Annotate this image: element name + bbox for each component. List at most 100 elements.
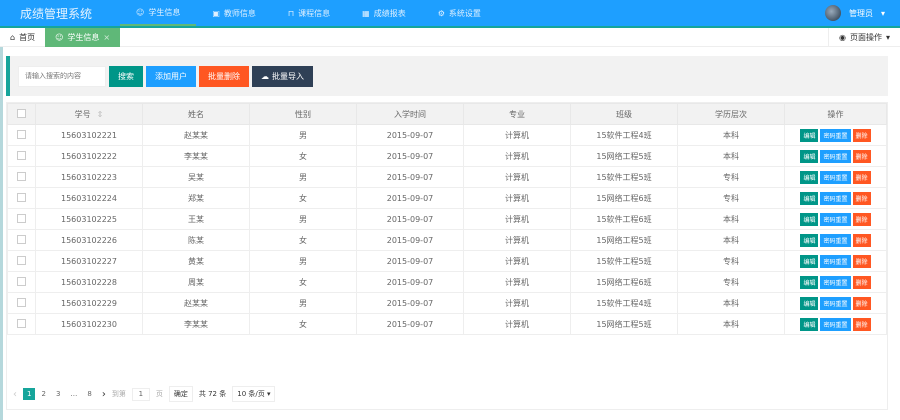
nav-item-0[interactable]: ☺ 学生信息 bbox=[120, 0, 197, 26]
close-icon[interactable]: × bbox=[103, 33, 110, 42]
tab-label: 学生信息 bbox=[67, 32, 100, 42]
home-icon: ⌂ bbox=[10, 32, 16, 42]
delete-button[interactable]: 删除 bbox=[852, 149, 871, 163]
batch-delete-button[interactable]: 批量删除 bbox=[199, 65, 249, 87]
table-row: 15603102225 王某男 2015-09-07 计算机 15软件工程6班 本科 编辑密… bbox=[7, 208, 887, 230]
row-checkbox[interactable] bbox=[17, 234, 26, 244]
actions-cell: 编辑 密码重置 删除 bbox=[784, 313, 887, 335]
reset-password-button[interactable]: 密码重置 bbox=[820, 254, 851, 268]
header-label: 专业 bbox=[509, 109, 525, 119]
cell-6: 本科 bbox=[677, 208, 785, 230]
row-checkbox[interactable] bbox=[17, 192, 26, 202]
cell-1: 李某某 bbox=[142, 145, 250, 167]
reset-password-button[interactable]: 密码重置 bbox=[820, 233, 851, 247]
cell-3: 2015-09-07 bbox=[356, 124, 464, 146]
reset-password-button[interactable]: 密码重置 bbox=[820, 170, 851, 184]
cell-6: 本科 bbox=[677, 292, 785, 314]
column-header: 专业 bbox=[463, 103, 571, 125]
table-row: 15603102230 李某某女 2015-09-07 计算机 15网络工程5班 本科 编辑… bbox=[7, 313, 887, 335]
row-checkbox[interactable] bbox=[17, 150, 26, 160]
page-button[interactable]: 8 bbox=[83, 388, 95, 400]
row-checkbox[interactable] bbox=[17, 255, 26, 265]
row-checkbox[interactable] bbox=[17, 318, 26, 328]
edit-button[interactable]: 编辑 bbox=[800, 170, 819, 184]
user-menu[interactable]: 管理员 ▾ bbox=[824, 5, 900, 21]
page-button[interactable]: 1 bbox=[23, 388, 36, 400]
page-button[interactable]: 2 bbox=[37, 388, 49, 400]
cloud-upload-icon: ☁ bbox=[261, 71, 269, 81]
checkbox-cell bbox=[7, 229, 36, 251]
batch-import-button[interactable]: ☁ 批量导入 bbox=[252, 65, 313, 87]
delete-button[interactable]: 删除 bbox=[852, 170, 871, 184]
edit-button[interactable]: 编辑 bbox=[800, 212, 819, 226]
search-input[interactable] bbox=[18, 65, 106, 87]
cell-5: 15网络工程6班 bbox=[570, 271, 678, 293]
cell-2: 女 bbox=[249, 187, 357, 209]
row-checkbox[interactable] bbox=[17, 129, 26, 139]
delete-button[interactable]: 删除 bbox=[852, 296, 871, 310]
header-label: 操作 bbox=[827, 109, 844, 119]
cell-3: 2015-09-07 bbox=[356, 250, 464, 272]
sort-icon[interactable]: ⇕ bbox=[97, 110, 104, 119]
cell-5: 15软件工程4班 bbox=[570, 124, 678, 146]
page-operations-button[interactable]: ◉ 页面操作 ▾ bbox=[828, 28, 900, 47]
reset-password-button[interactable]: 密码重置 bbox=[820, 149, 851, 163]
actions-cell: 编辑 密码重置 删除 bbox=[784, 208, 887, 230]
reset-password-button[interactable]: 密码重置 bbox=[820, 128, 851, 142]
total-count: 共 72 条 bbox=[198, 390, 227, 398]
delete-button[interactable]: 删除 bbox=[852, 317, 871, 331]
reset-password-button[interactable]: 密码重置 bbox=[820, 191, 851, 205]
row-checkbox[interactable] bbox=[17, 213, 26, 223]
cell-1: 李某某 bbox=[142, 313, 250, 335]
delete-button[interactable]: 删除 bbox=[852, 275, 871, 289]
reset-password-button[interactable]: 密码重置 bbox=[820, 317, 851, 331]
prev-page-button[interactable]: ‹ bbox=[13, 389, 17, 400]
edit-button[interactable]: 编辑 bbox=[800, 191, 819, 205]
page-button[interactable]: 3 bbox=[52, 388, 64, 400]
reset-password-button[interactable]: 密码重置 bbox=[820, 212, 851, 226]
nav-item-3[interactable]: ▦ 成绩报表 bbox=[346, 0, 422, 26]
nav-item-2[interactable]: ⊓ 课程信息 bbox=[272, 0, 346, 26]
select-all-checkbox[interactable] bbox=[17, 108, 26, 118]
delete-button[interactable]: 删除 bbox=[852, 128, 871, 142]
edit-button[interactable]: 编辑 bbox=[800, 149, 819, 163]
add-user-button[interactable]: 添加用户 bbox=[146, 65, 196, 87]
delete-button[interactable]: 删除 bbox=[852, 191, 871, 205]
cell-5: 15网络工程6班 bbox=[570, 187, 678, 209]
confirm-page-button[interactable]: 确定 bbox=[168, 386, 193, 402]
reset-password-button[interactable]: 密码重置 bbox=[820, 296, 851, 310]
delete-button[interactable]: 删除 bbox=[852, 254, 871, 268]
cell-6: 专科 bbox=[677, 166, 785, 188]
cell-4: 计算机 bbox=[463, 250, 571, 272]
cell-5: 15软件工程6班 bbox=[570, 208, 678, 230]
tab-student-info[interactable]: ☺ 学生信息 × bbox=[45, 27, 121, 47]
row-checkbox[interactable] bbox=[17, 297, 26, 307]
edit-button[interactable]: 编辑 bbox=[800, 296, 819, 310]
reset-password-button[interactable]: 密码重置 bbox=[820, 275, 851, 289]
per-page-select[interactable]: 10 条/页 ▾ bbox=[232, 386, 276, 402]
next-page-button[interactable]: › bbox=[102, 389, 106, 400]
delete-button[interactable]: 删除 bbox=[852, 233, 871, 247]
tab-bar: ⌂ 首页 ☺ 学生信息 × ◉ 页面操作 ▾ bbox=[0, 27, 900, 47]
delete-button[interactable]: 删除 bbox=[852, 212, 871, 226]
tab-home[interactable]: ⌂ 首页 bbox=[0, 28, 45, 47]
edit-button[interactable]: 编辑 bbox=[800, 317, 819, 331]
nav-item-4[interactable]: ⚙ 系统设置 bbox=[422, 0, 497, 26]
pagination: ‹ 1 2 3… 8 › 到第 1 页 确定 共 72 条 10 条/页 ▾ bbox=[13, 386, 276, 402]
users-icon: ☺ bbox=[136, 7, 145, 17]
row-checkbox[interactable] bbox=[17, 276, 26, 286]
cell-0: 15603102225 bbox=[35, 208, 143, 230]
edit-button[interactable]: 编辑 bbox=[800, 233, 819, 247]
column-header[interactable]: 学号 ⇕ bbox=[35, 103, 143, 125]
edit-button[interactable]: 编辑 bbox=[800, 254, 819, 268]
cell-5: 15网络工程5班 bbox=[570, 145, 678, 167]
cell-6: 专科 bbox=[677, 250, 785, 272]
cell-5: 15软件工程5班 bbox=[570, 250, 678, 272]
page-number-input[interactable]: 1 bbox=[131, 387, 150, 401]
nav-item-1[interactable]: ▣ 教师信息 bbox=[196, 0, 272, 26]
row-checkbox[interactable] bbox=[17, 171, 26, 181]
edit-button[interactable]: 编辑 bbox=[800, 275, 819, 289]
edit-button[interactable]: 编辑 bbox=[800, 128, 819, 142]
search-button[interactable]: 搜索 bbox=[109, 65, 143, 87]
actions-cell: 编辑 密码重置 删除 bbox=[784, 229, 887, 251]
